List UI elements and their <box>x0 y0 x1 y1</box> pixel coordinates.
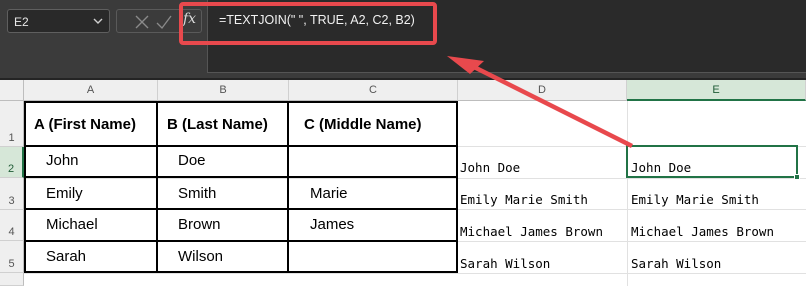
column-header-b[interactable]: B <box>158 80 289 101</box>
cell-a5[interactable]: Sarah <box>46 248 86 265</box>
formula-highlight-box <box>179 2 437 45</box>
select-all-corner[interactable] <box>0 80 24 101</box>
cell-c3[interactable]: Marie <box>310 185 348 202</box>
cell-d2[interactable]: John Doe <box>460 160 520 175</box>
cell-b5[interactable]: Wilson <box>178 248 223 265</box>
table-border <box>24 145 458 147</box>
cell-e2[interactable]: John Doe <box>631 160 691 175</box>
check-icon[interactable] <box>155 13 173 31</box>
row-header-3[interactable]: 3 <box>0 178 24 210</box>
cell-e3[interactable]: Emily Marie Smith <box>631 192 759 207</box>
cell-c4[interactable]: James <box>310 216 354 233</box>
cell-b4[interactable]: Brown <box>178 216 221 233</box>
column-header-a[interactable]: A <box>24 80 158 101</box>
name-box[interactable]: E2 <box>7 9 110 33</box>
cell-a4[interactable]: Michael <box>46 216 98 233</box>
cell-d5[interactable]: Sarah Wilson <box>460 256 550 271</box>
gridline <box>24 273 806 274</box>
cell-e4[interactable]: Michael James Brown <box>631 224 774 239</box>
row-header-4[interactable]: 4 <box>0 210 24 241</box>
cell-a3[interactable]: Emily <box>46 185 83 202</box>
row-header-2[interactable]: 2 <box>0 147 24 178</box>
name-box-value: E2 <box>14 15 29 29</box>
row-number: 5 <box>8 258 15 270</box>
row-number: 3 <box>8 195 15 207</box>
chevron-down-icon[interactable] <box>91 13 105 29</box>
table-border <box>156 101 158 273</box>
row-number: 4 <box>8 226 15 238</box>
cell-e5[interactable]: Sarah Wilson <box>631 256 721 271</box>
cell-a2[interactable]: John <box>46 152 79 169</box>
cell-a1[interactable]: A (First Name) <box>34 116 136 133</box>
row-header-5[interactable]: 5 <box>0 241 24 273</box>
table-border <box>24 240 458 242</box>
table-border <box>24 208 458 210</box>
gridline <box>627 101 628 286</box>
column-header-c[interactable]: C <box>289 80 458 101</box>
cell-b1[interactable]: B (Last Name) <box>167 116 268 133</box>
row-header-1[interactable]: 1 <box>0 101 24 147</box>
column-header-d[interactable]: D <box>458 80 627 101</box>
cell-c1[interactable]: C (Middle Name) <box>304 116 422 133</box>
cell-d3[interactable]: Emily Marie Smith <box>460 192 588 207</box>
column-header-e[interactable]: E <box>627 80 806 101</box>
table-border <box>287 101 289 273</box>
row-number: 2 <box>7 163 15 175</box>
row-header-6[interactable] <box>0 273 24 286</box>
cell-b2[interactable]: Doe <box>178 152 206 169</box>
close-icon[interactable] <box>133 13 151 31</box>
fill-handle[interactable] <box>794 174 800 180</box>
row-number: 1 <box>8 132 15 144</box>
cell-d4[interactable]: Michael James Brown <box>460 224 603 239</box>
cell-b3[interactable]: Smith <box>178 185 216 202</box>
table-border <box>24 176 458 178</box>
